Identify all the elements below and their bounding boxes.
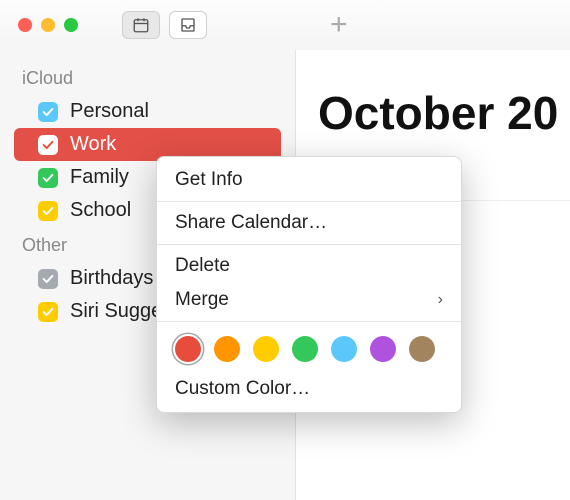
checkmark-icon	[41, 272, 55, 286]
close-button[interactable]	[18, 18, 32, 32]
titlebar	[0, 0, 570, 50]
checkmark-icon	[41, 305, 55, 319]
chevron-right-icon: ›	[438, 291, 443, 309]
color-swatch[interactable]	[175, 336, 201, 362]
menu-get-info[interactable]: Get Info	[157, 163, 461, 197]
color-swatch[interactable]	[253, 336, 279, 362]
menu-delete[interactable]: Delete	[157, 249, 461, 283]
inbox-button[interactable]	[169, 11, 207, 39]
calendar-list-button[interactable]	[122, 11, 160, 39]
minimize-button[interactable]	[41, 18, 55, 32]
calendar-label: Family	[70, 166, 129, 189]
sidebar-item[interactable]: Personal	[0, 95, 295, 128]
menu-custom-color[interactable]: Custom Color…	[157, 372, 461, 406]
calendar-checkbox[interactable]	[38, 135, 58, 155]
context-menu: Get Info Share Calendar… Delete Merge › …	[156, 156, 462, 413]
color-swatch[interactable]	[409, 336, 435, 362]
color-swatch[interactable]	[292, 336, 318, 362]
menu-separator	[157, 321, 461, 322]
checkmark-icon	[41, 105, 55, 119]
menu-label: Merge	[175, 289, 229, 311]
menu-share-calendar[interactable]: Share Calendar…	[157, 206, 461, 240]
calendar-label: Work	[70, 133, 116, 156]
checkmark-icon	[41, 138, 55, 152]
section-header-icloud: iCloud	[0, 60, 295, 95]
zoom-button[interactable]	[64, 18, 78, 32]
color-swatch[interactable]	[370, 336, 396, 362]
calendar-checkbox[interactable]	[38, 168, 58, 188]
month-title: October 20	[296, 50, 570, 140]
checkmark-icon	[41, 171, 55, 185]
color-swatch[interactable]	[331, 336, 357, 362]
calendar-checkbox[interactable]	[38, 269, 58, 289]
menu-merge[interactable]: Merge ›	[157, 283, 461, 317]
calendar-checkbox[interactable]	[38, 302, 58, 322]
menu-separator	[157, 201, 461, 202]
inbox-icon	[179, 16, 197, 34]
color-swatch[interactable]	[214, 336, 240, 362]
menu-separator	[157, 244, 461, 245]
color-swatch-row	[157, 326, 461, 372]
calendar-label: Personal	[70, 100, 149, 123]
calendar-label: Birthdays	[70, 267, 153, 290]
calendar-icon	[132, 16, 150, 34]
add-event-button[interactable]: +	[330, 10, 348, 40]
checkmark-icon	[41, 204, 55, 218]
calendar-checkbox[interactable]	[38, 201, 58, 221]
calendar-label: School	[70, 199, 131, 222]
calendar-checkbox[interactable]	[38, 102, 58, 122]
